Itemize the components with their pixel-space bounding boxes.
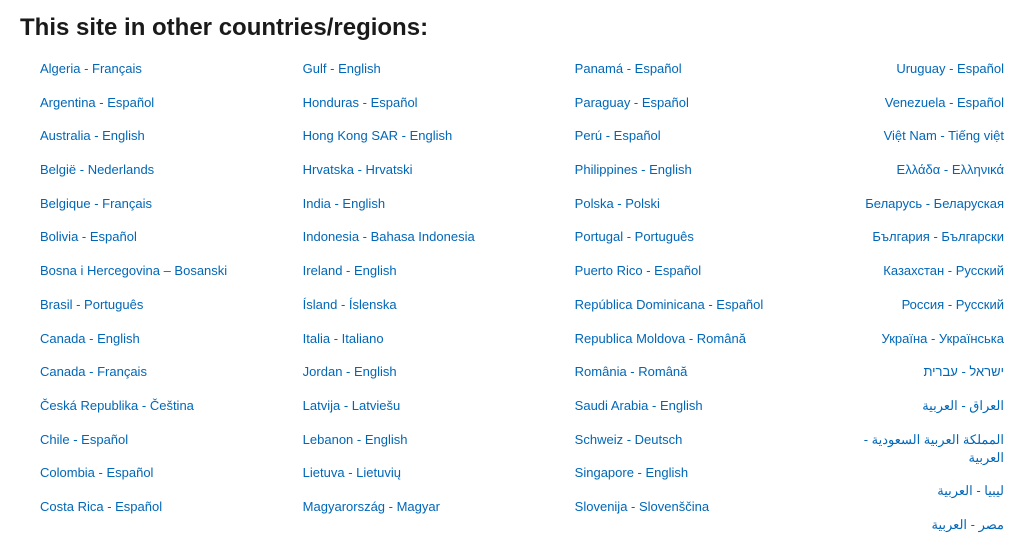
locale-link[interactable]: Ireland - English xyxy=(303,262,555,280)
locale-link[interactable]: Costa Rica - Español xyxy=(40,498,283,516)
locale-link[interactable]: Canada - English xyxy=(40,330,283,348)
locale-link[interactable]: Bolivia - Español xyxy=(40,228,283,246)
locale-link[interactable]: Panamá - Español xyxy=(575,60,827,78)
locale-link[interactable]: Hong Kong SAR - English xyxy=(303,127,555,145)
locale-link[interactable]: Australia - English xyxy=(40,127,283,145)
locale-link[interactable]: Republica Moldova - Română xyxy=(575,330,827,348)
locale-link[interactable]: Venezuela - Español xyxy=(827,94,1004,112)
locale-link[interactable]: Lebanon - English xyxy=(303,431,555,449)
locale-link[interactable]: Belgique - Français xyxy=(40,195,283,213)
locale-link[interactable]: Bosna i Hercegovina – Bosanski xyxy=(40,262,283,280)
locale-link[interactable]: Ísland - Íslenska xyxy=(303,296,555,314)
locale-link[interactable]: Puerto Rico - Español xyxy=(575,262,827,280)
locale-link[interactable]: Magyarország - Magyar xyxy=(303,498,555,516)
locale-link[interactable]: Brasil - Português xyxy=(40,296,283,314)
locale-link[interactable]: Česká Republika - Čeština xyxy=(40,397,283,415)
locale-link[interactable]: Honduras - Español xyxy=(303,94,555,112)
locale-link[interactable]: Italia - Italiano xyxy=(303,330,555,348)
locale-link[interactable]: Беларусь - Беларуская xyxy=(827,195,1004,213)
locale-link[interactable]: Saudi Arabia - English xyxy=(575,397,827,415)
locale-link[interactable]: Uruguay - Español xyxy=(827,60,1004,78)
locale-link[interactable]: Hrvatska - Hrvatski xyxy=(303,161,555,179)
locale-link[interactable]: Indonesia - Bahasa Indonesia xyxy=(303,228,555,246)
locale-link[interactable]: België - Nederlands xyxy=(40,161,283,179)
locale-link[interactable]: Chile - Español xyxy=(40,431,283,449)
locale-link[interactable]: България - Български xyxy=(827,228,1004,246)
locale-link[interactable]: Algeria - Français xyxy=(40,60,283,78)
locale-link[interactable]: Україна - Українська xyxy=(827,330,1004,348)
locale-link[interactable]: العراق - العربية xyxy=(827,397,1004,415)
locale-link[interactable]: Jordan - English xyxy=(303,363,555,381)
locale-link[interactable]: Казахстан - Русский xyxy=(827,262,1004,280)
locale-link[interactable]: مصر - العربية xyxy=(827,516,1004,534)
locale-column-3: Panamá - Español Paraguay - Español Perú -… xyxy=(555,60,827,550)
locale-link[interactable]: Argentina - Español xyxy=(40,94,283,112)
locale-link[interactable]: Polska - Polski xyxy=(575,195,827,213)
locale-column-2: Gulf - English Honduras - Español Hong Kon… xyxy=(283,60,555,550)
locale-column-4: Uruguay - Español Venezuela - Español Việt… xyxy=(827,60,1004,550)
locale-link[interactable]: Portugal - Português xyxy=(575,228,827,246)
locale-link[interactable]: Gulf - English xyxy=(303,60,555,78)
locale-link[interactable]: ليبيا - العربية xyxy=(827,482,1004,500)
locale-link[interactable]: România - Română xyxy=(575,363,827,381)
locale-link[interactable]: Việt Nam - Tiếng việt xyxy=(827,127,1004,145)
locale-link[interactable]: Schweiz - Deutsch xyxy=(575,431,827,449)
locale-column-1: Algeria - Français Argentina - Español Aus… xyxy=(20,60,283,550)
locale-columns: Algeria - Français Argentina - Español Aus… xyxy=(20,60,1004,550)
locale-link[interactable]: India - English xyxy=(303,195,555,213)
locale-link[interactable]: Canada - Français xyxy=(40,363,283,381)
locale-link[interactable]: المملكة العربية السعودية - العربية xyxy=(827,431,1004,467)
locale-link[interactable]: República Dominicana - Español xyxy=(575,296,827,314)
locale-link[interactable]: ישראל - עברית xyxy=(827,363,1004,381)
locale-link[interactable]: Slovenija - Slovenščina xyxy=(575,498,827,516)
locale-link[interactable]: Singapore - English xyxy=(575,464,827,482)
locale-link[interactable]: Perú - Español xyxy=(575,127,827,145)
locale-link[interactable]: Colombia - Español xyxy=(40,464,283,482)
locale-link[interactable]: Philippines - English xyxy=(575,161,827,179)
locale-link[interactable]: Россия - Русский xyxy=(827,296,1004,314)
locale-link[interactable]: Paraguay - Español xyxy=(575,94,827,112)
locale-link[interactable]: Lietuva - Lietuvių xyxy=(303,464,555,482)
region-heading: This site in other countries/regions: xyxy=(20,14,1004,42)
locale-link[interactable]: Ελλάδα - Ελληνικά xyxy=(827,161,1004,179)
locale-link[interactable]: Latvija - Latviešu xyxy=(303,397,555,415)
